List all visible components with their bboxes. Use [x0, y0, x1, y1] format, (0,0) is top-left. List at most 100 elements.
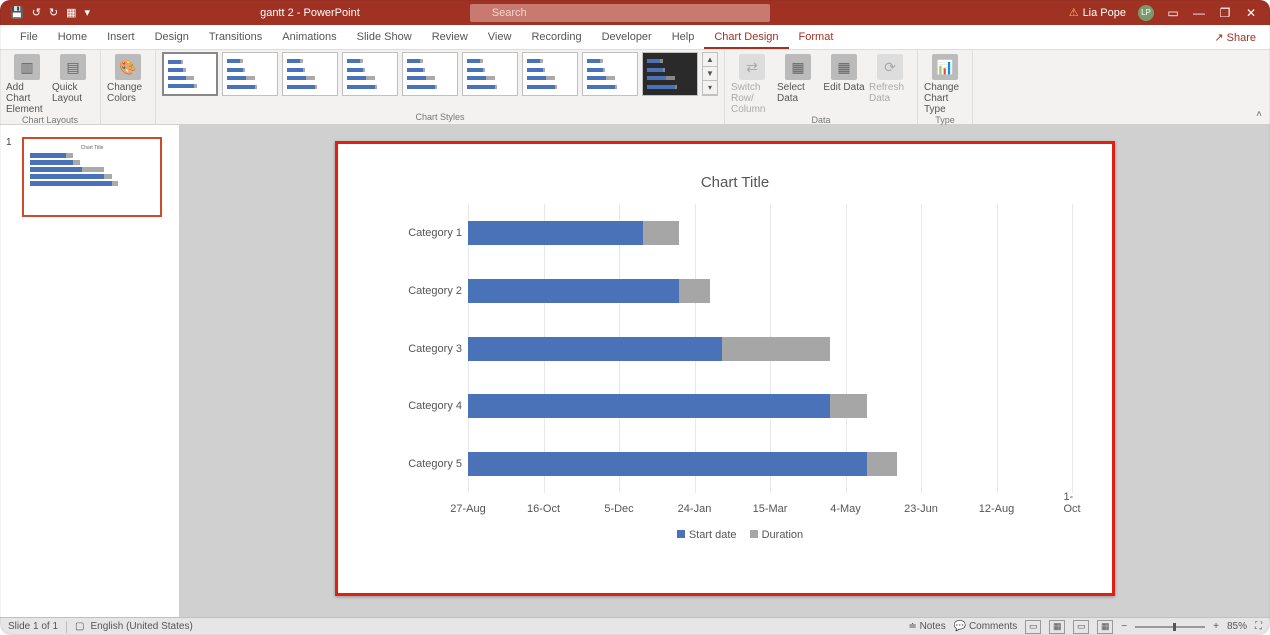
quick-layout-button[interactable]: ▤ Quick Layout: [52, 52, 94, 115]
ribbon-tabs: FileHomeInsertDesignTransitionsAnimation…: [0, 25, 1270, 50]
gallery-nav-button[interactable]: ▾: [703, 81, 717, 95]
minimize-icon[interactable]: —: [1192, 6, 1206, 20]
gallery-nav-button[interactable]: ▲: [703, 53, 717, 67]
category-label: Category 3: [390, 343, 462, 355]
plot-area[interactable]: 27-Aug16-Oct5-Dec24-Jan15-Mar4-May23-Jun…: [468, 204, 1072, 493]
bar-row[interactable]: [468, 279, 1072, 303]
save-icon[interactable]: 💾: [10, 6, 24, 19]
tab-home[interactable]: Home: [48, 25, 97, 49]
x-tick-label: 4-May: [830, 503, 861, 515]
add-chart-element-icon: ▥: [14, 54, 40, 80]
tab-format[interactable]: Format: [789, 25, 844, 49]
zoom-in-button[interactable]: +: [1213, 621, 1219, 632]
slide-number: 1: [6, 137, 12, 148]
comments-button[interactable]: 💬 Comments: [954, 621, 1018, 632]
tab-review[interactable]: Review: [422, 25, 478, 49]
chart-style-thumb[interactable]: [342, 52, 398, 96]
change-colors-button[interactable]: 🎨 Change Colors: [107, 52, 149, 104]
chart-title[interactable]: Chart Title: [388, 174, 1082, 191]
chart-style-thumb[interactable]: [402, 52, 458, 96]
zoom-out-button[interactable]: −: [1121, 621, 1127, 632]
group-label-colors: [107, 112, 149, 124]
chart-style-thumb[interactable]: [522, 52, 578, 96]
zoom-level[interactable]: 85%: [1227, 621, 1247, 632]
group-data: ⇄ Switch Row/ Column ▦ Select Data ▦ Edi…: [725, 50, 918, 124]
share-button[interactable]: Share: [1214, 31, 1256, 44]
chart-style-thumb[interactable]: [222, 52, 278, 96]
edit-data-button[interactable]: ▦ Edit Data: [823, 52, 865, 115]
slide-canvas[interactable]: Chart Title 27-Aug16-Oct5-Dec24-Jan15-Ma…: [335, 141, 1115, 596]
tab-design[interactable]: Design: [145, 25, 199, 49]
chart-style-thumb[interactable]: [282, 52, 338, 96]
tab-chart-design[interactable]: Chart Design: [704, 25, 788, 49]
chart-style-thumb[interactable]: [642, 52, 698, 96]
tab-file[interactable]: File: [10, 25, 48, 49]
reading-view-button[interactable]: ▭: [1073, 620, 1089, 634]
select-data-button[interactable]: ▦ Select Data: [777, 52, 819, 115]
legend-swatch-start: [677, 530, 685, 538]
search-input[interactable]: [470, 4, 770, 22]
tab-slide-show[interactable]: Slide Show: [347, 25, 422, 49]
quick-layout-label: Quick Layout: [52, 82, 94, 104]
edit-data-icon: ▦: [831, 54, 857, 80]
switch-label: Switch Row/ Column: [731, 82, 773, 115]
collapse-ribbon-icon[interactable]: ˄: [1256, 109, 1262, 120]
thumbnail-preview: Chart Title: [22, 137, 162, 217]
switch-row-column-button: ⇄ Switch Row/ Column: [731, 52, 773, 115]
tab-recording[interactable]: Recording: [521, 25, 591, 49]
change-chart-type-label: Change Chart Type: [924, 82, 966, 115]
chart-style-thumb[interactable]: [462, 52, 518, 96]
redo-icon[interactable]: ↻: [49, 6, 58, 19]
gantt-chart[interactable]: Chart Title 27-Aug16-Oct5-Dec24-Jan15-Ma…: [388, 174, 1082, 553]
bar-row[interactable]: [468, 221, 1072, 245]
quick-access-toolbar: 💾 ↺ ↻ ▦ ▾: [0, 6, 100, 19]
bar-row[interactable]: [468, 337, 1072, 361]
category-label: Category 5: [390, 458, 462, 470]
close-icon[interactable]: ✕: [1244, 6, 1258, 20]
add-chart-element-label: Add Chart Element: [6, 82, 48, 115]
gallery-nav-button[interactable]: ▼: [703, 67, 717, 81]
avatar[interactable]: LP: [1138, 5, 1154, 21]
chart-style-gallery[interactable]: ▲▼▾: [162, 52, 718, 96]
language-status[interactable]: English (United States): [91, 621, 193, 632]
add-chart-element-button[interactable]: ▥ Add Chart Element: [6, 52, 48, 115]
bar-row[interactable]: [468, 394, 1072, 418]
zoom-slider[interactable]: [1135, 626, 1205, 628]
ribbon-display-icon[interactable]: ▭: [1166, 6, 1180, 20]
undo-icon[interactable]: ↺: [32, 6, 41, 19]
bar-row[interactable]: [468, 452, 1072, 476]
slideshow-view-button[interactable]: ▦: [1097, 620, 1113, 634]
chart-type-icon: 📊: [932, 54, 958, 80]
qat-dropdown-icon[interactable]: ▾: [85, 6, 91, 19]
group-chart-layouts: ▥ Add Chart Element ▤ Quick Layout Chart…: [0, 50, 101, 124]
notes-button[interactable]: ≐ Notes: [908, 621, 945, 632]
category-label: Category 2: [390, 285, 462, 297]
tab-developer[interactable]: Developer: [592, 25, 662, 49]
user-name[interactable]: Lia Pope: [1069, 6, 1126, 19]
tab-transitions[interactable]: Transitions: [199, 25, 272, 49]
accessibility-icon[interactable]: ▢: [75, 621, 84, 632]
change-chart-type-button[interactable]: 📊 Change Chart Type: [924, 52, 966, 115]
tab-help[interactable]: Help: [662, 25, 705, 49]
chart-legend[interactable]: Start date Duration: [388, 529, 1082, 541]
tab-view[interactable]: View: [478, 25, 522, 49]
group-label-styles: Chart Styles: [162, 112, 718, 124]
select-data-icon: ▦: [785, 54, 811, 80]
quick-layout-icon: ▤: [60, 54, 86, 80]
group-colors: 🎨 Change Colors: [101, 50, 156, 124]
refresh-data-button: ⟳ Refresh Data: [869, 52, 911, 115]
tab-insert[interactable]: Insert: [97, 25, 145, 49]
slideshow-icon[interactable]: ▦: [66, 6, 76, 19]
slide-editor-area[interactable]: Chart Title 27-Aug16-Oct5-Dec24-Jan15-Ma…: [180, 125, 1270, 617]
maximize-icon[interactable]: ❐: [1218, 6, 1232, 20]
normal-view-button[interactable]: ▭: [1025, 620, 1041, 634]
slide-thumbnail[interactable]: 1 Chart Title: [10, 137, 169, 217]
sorter-view-button[interactable]: ▦: [1049, 620, 1065, 634]
chart-style-thumb[interactable]: [162, 52, 218, 96]
chart-style-thumb[interactable]: [582, 52, 638, 96]
search-wrap: [470, 4, 770, 22]
slide-info[interactable]: Slide 1 of 1: [8, 621, 58, 632]
fit-to-window-button[interactable]: ⛶: [1255, 621, 1262, 632]
tab-animations[interactable]: Animations: [272, 25, 346, 49]
slide-thumbnails-pane[interactable]: 1 Chart Title: [0, 125, 180, 617]
